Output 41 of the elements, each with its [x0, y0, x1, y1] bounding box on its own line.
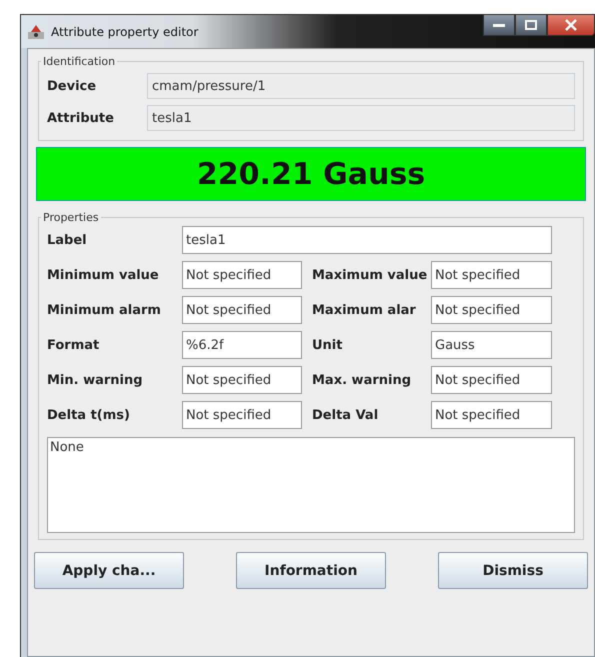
- text-field[interactable]: Not specified: [431, 366, 552, 394]
- readonly-field: tesla1: [147, 105, 575, 131]
- value-display: 220.21 Gauss: [36, 147, 586, 201]
- window-title: Attribute property editor: [51, 24, 198, 38]
- maximize-icon: [525, 20, 537, 30]
- field-label: Delta t(ms): [47, 408, 131, 422]
- close-icon: [565, 19, 577, 31]
- text-field[interactable]: Not specified: [182, 261, 302, 289]
- field-label: Label: [47, 232, 88, 248]
- field-label: Minimum value: [47, 268, 160, 282]
- text-field[interactable]: Not specified: [182, 401, 302, 429]
- readonly-field: cmam/pressure/1: [147, 73, 575, 99]
- minimize-icon: [493, 23, 505, 27]
- field-label: Attribute: [47, 110, 115, 126]
- field-label: Device: [47, 78, 98, 94]
- maximize-button[interactable]: [515, 15, 547, 36]
- text-field[interactable]: Not specified: [431, 296, 552, 324]
- field-label: Minimum alarm: [47, 302, 162, 318]
- group-title: Properties: [42, 211, 100, 224]
- text-field[interactable]: Gauss: [431, 331, 552, 359]
- text-field[interactable]: Not specified: [182, 366, 302, 394]
- dialog-button[interactable]: Apply cha...: [34, 552, 184, 589]
- field-label: Unit: [311, 338, 344, 352]
- field-label: Min. warning: [47, 372, 144, 388]
- minimize-button[interactable]: [483, 15, 515, 36]
- text-field[interactable]: tesla1: [182, 226, 552, 254]
- text-area[interactable]: None: [47, 437, 575, 533]
- field-label: Delta Val: [311, 408, 380, 422]
- text-field[interactable]: %6.2f: [182, 331, 302, 359]
- text-field[interactable]: Not specified: [431, 261, 552, 289]
- field-label: Maximum value: [311, 268, 428, 282]
- dialog-button[interactable]: Information: [236, 552, 386, 589]
- field-label: Maximum alar: [311, 302, 417, 318]
- app-icon: [27, 24, 45, 40]
- field-label: Max. warning: [311, 372, 412, 388]
- field-label: Format: [47, 338, 100, 352]
- group-title: Identification: [42, 55, 116, 68]
- text-field[interactable]: Not specified: [431, 401, 552, 429]
- dialog-button[interactable]: Dismiss: [438, 552, 588, 589]
- text-field[interactable]: Not specified: [182, 296, 302, 324]
- close-button[interactable]: [547, 15, 595, 36]
